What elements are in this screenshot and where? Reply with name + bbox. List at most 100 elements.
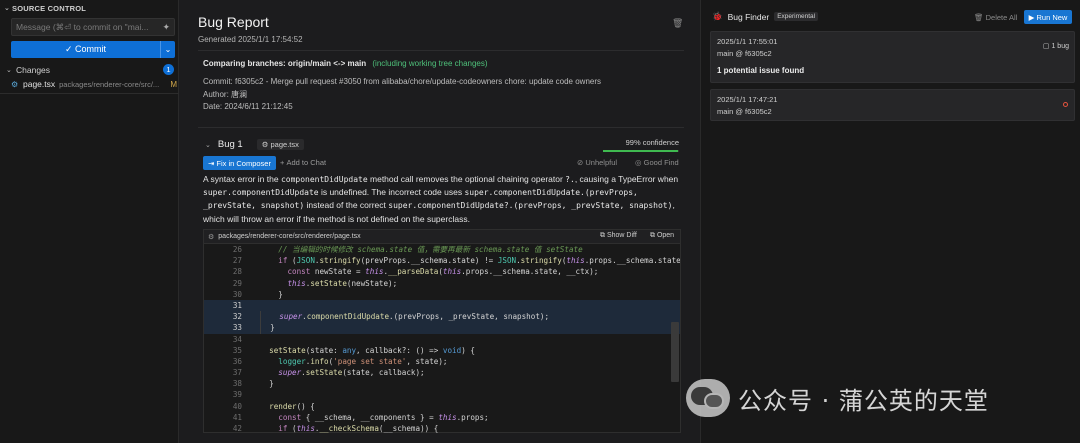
code-line: 27 if (JSON.stringify(prevProps.__schema…	[204, 255, 680, 266]
file-status-badge: M	[170, 79, 177, 89]
chevron-down-icon: ⌄	[6, 66, 12, 74]
comparing-branches: Comparing branches: origin/main <-> main…	[203, 59, 488, 68]
bug-description: A syntax error in the componentDidUpdate…	[203, 173, 681, 225]
date-info: Date: 2024/6/11 21:12:45	[203, 102, 293, 111]
bug-file-tag[interactable]: ⚙ page.tsx	[256, 139, 304, 150]
line-number: 26	[232, 245, 242, 254]
line-source: if (JSON.stringify(prevProps.__schema.st…	[278, 256, 680, 266]
watermark: 公众号 · 蒲公英的天堂	[686, 379, 989, 417]
bug-header[interactable]: ⌄ Bug 1 ⚙ page.tsx	[205, 139, 304, 150]
open-button[interactable]: ⧉ Open	[650, 232, 674, 240]
run-branch: main @ f6305c2	[717, 49, 772, 58]
code-line: 36 logger.info('page set state', state);	[204, 356, 680, 367]
line-source: this.setState(newState);	[287, 278, 398, 288]
source-control-header[interactable]: ⌄ SOURCE CONTROL	[0, 0, 178, 16]
sparkle-icon[interactable]: ✦	[162, 22, 170, 33]
desc-code: ?.	[565, 175, 575, 184]
code-viewer-path: packages/renderer-core/src/renderer/page…	[218, 233, 361, 240]
divider	[198, 50, 684, 51]
line-number: 30	[232, 289, 242, 299]
code-viewer-header: ⚙ packages/renderer-core/src/renderer/pa…	[204, 230, 680, 244]
code-scrollbar[interactable]	[671, 322, 679, 382]
bug-report-panel: Bug Report 🗑 Generated 2025/1/1 17:54:52…	[180, 0, 700, 443]
line-source: super.componentDidUpdate.(prevProps, _pr…	[260, 311, 549, 323]
code-line: 26 // 当编辑的时候修改 schema.state 值，需要再最新 sche…	[204, 244, 680, 255]
desc-text: A syntax error in the	[203, 174, 281, 184]
page-title: Bug Report	[198, 14, 269, 30]
file-path: packages/renderer-core/src/...	[59, 79, 160, 89]
confidence-label: 99% confidence	[625, 138, 679, 147]
changed-file-item[interactable]: ⚙ page.tsx packages/renderer-core/src/..…	[11, 78, 177, 90]
diff-icon: ⧉	[600, 232, 607, 239]
generated-timestamp: Generated 2025/1/1 17:54:52	[198, 35, 303, 44]
play-icon: ▶	[1028, 12, 1037, 22]
source-control-panel: ⌄ SOURCE CONTROL Message (⌘⏎ to commit o…	[0, 0, 179, 443]
line-source: render() {	[269, 401, 315, 411]
bug-finder-header: 🐞 Bug Finder Experimental	[712, 11, 819, 22]
code-line: 30 }	[204, 289, 680, 300]
run-summary: 1 potential issue found	[717, 66, 805, 75]
line-source: const { __schema, __components } = this.…	[278, 412, 489, 422]
desc-text: method call removes the optional chainin…	[367, 174, 566, 184]
bug-count-label: 1 bug	[1051, 43, 1069, 50]
line-number: 29	[232, 278, 242, 288]
add-chat-label: Add to Chat	[286, 158, 327, 167]
trash-icon: 🗑	[974, 13, 986, 22]
gear-icon: ⚙	[11, 79, 19, 89]
fix-label: Fix in Composer	[216, 158, 271, 168]
code-line: 40 render() {	[204, 401, 680, 412]
run-branch: main @ f6305c2	[717, 107, 772, 116]
run-new-button[interactable]: ▶ Run New	[1024, 10, 1072, 24]
code-lines[interactable]: 26 // 当编辑的时候修改 schema.state 值，需要再最新 sche…	[204, 244, 680, 433]
line-source: }	[260, 289, 283, 299]
trash-icon[interactable]: 🗑	[672, 18, 683, 29]
run-card[interactable]: 2025/1/1 17:47:21 main @ f6305c2	[710, 89, 1075, 121]
commit-dropdown-button[interactable]: ⌄	[160, 41, 175, 58]
experimental-badge: Experimental	[774, 12, 819, 21]
unhelpful-button[interactable]: ⊘ Unhelpful	[577, 158, 617, 167]
desc-text: , causing a TypeError when	[574, 174, 679, 184]
code-line: 34	[204, 334, 680, 345]
check-circle-icon: ◎	[635, 158, 644, 167]
commit-info: Commit: f6305c2 - Merge pull request #30…	[203, 77, 602, 86]
line-source: }	[260, 379, 274, 389]
run-card[interactable]: 2025/1/1 17:55:01 main @ f6305c2 ▢ 1 bug…	[710, 31, 1075, 83]
line-number: 42	[232, 424, 242, 433]
check-icon: ✓	[64, 44, 76, 54]
changes-section-header[interactable]: ⌄ Changes 1	[6, 63, 176, 76]
desc-code: super.componentDidUpdate	[203, 188, 319, 198]
commit-message-input[interactable]: Message (⌘⏎ to commit on "mai... ✦	[11, 18, 175, 36]
source-control-title: SOURCE CONTROL	[12, 3, 87, 13]
confidence-bar	[603, 150, 679, 152]
fix-in-composer-button[interactable]: ⇥ Fix in Composer	[203, 156, 276, 170]
line-number: 41	[232, 412, 242, 422]
code-line: 38 }	[204, 378, 680, 389]
confidence-bar-fill	[603, 150, 679, 152]
gear-icon: ⚙	[208, 233, 215, 241]
line-source: }	[260, 322, 275, 334]
good-find-button[interactable]: ◎ Good Find	[635, 158, 679, 167]
code-line: 42 if (this.__checkSchema(__schema)) {	[204, 423, 680, 433]
watermark-text: 公众号 · 蒲公英的天堂	[738, 386, 989, 415]
commit-button[interactable]: ✓ Commit ⌄	[11, 41, 175, 58]
comparing-note: (including working tree changes)	[372, 59, 488, 68]
bug-finder-title: Bug Finder	[727, 11, 770, 22]
status-dot-icon	[1063, 102, 1068, 107]
code-line: 28 const newState = this.__parseData(thi…	[204, 266, 680, 277]
line-source: // 当编辑的时候修改 schema.state 值，需要再最新 schema.…	[260, 245, 583, 254]
line-number: 39	[232, 390, 242, 400]
show-diff-button[interactable]: ⧉ Show Diff	[600, 232, 637, 240]
bug-icon: 🐞	[712, 11, 723, 21]
add-to-chat-button[interactable]: + Add to Chat	[280, 158, 326, 167]
code-line: 37 super.setState(state, callback);	[204, 367, 680, 378]
line-number: 33	[232, 323, 242, 333]
line-number: 34	[232, 334, 242, 344]
line-number: 28	[232, 267, 242, 277]
delete-all-label: Delete All	[985, 13, 1018, 22]
code-line: 31	[204, 299, 680, 312]
bug-title: Bug 1	[217, 139, 243, 150]
chevron-down-icon: ⌄	[4, 5, 11, 12]
line-number: 27	[232, 256, 242, 266]
code-line: 35 setState(state: any, callback?: () =>…	[204, 345, 680, 356]
delete-all-button[interactable]: 🗑 Delete All	[974, 13, 1017, 22]
